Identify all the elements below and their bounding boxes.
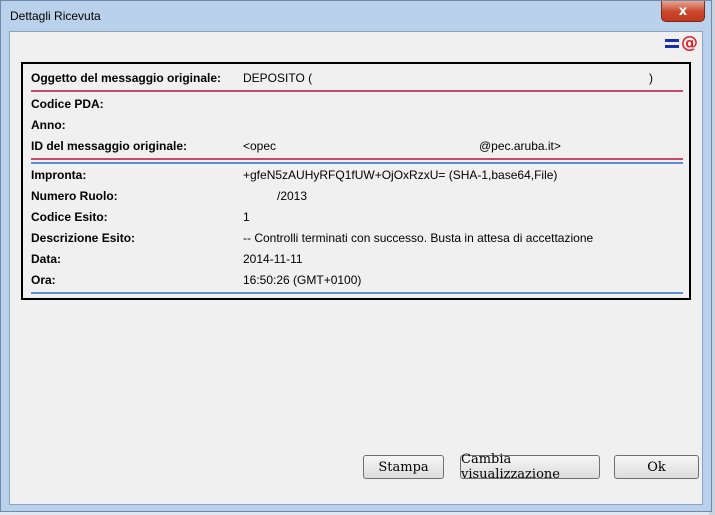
separator-red	[31, 90, 683, 92]
close-icon: x	[678, 3, 688, 19]
row-ora: Ora: 16:50:26 (GMT+0100)	[31, 270, 691, 290]
receipt-details-panel: Oggetto del messaggio originale: DEPOSIT…	[21, 62, 691, 300]
id-messaggio-value: <opec	[243, 139, 277, 153]
impronta-label: Impronta:	[31, 168, 87, 182]
numero-ruolo-value: /2013	[277, 189, 308, 203]
stampa-button[interactable]: Stampa	[363, 455, 444, 479]
id-messaggio-value-end: @pec.aruba.it>	[479, 139, 561, 153]
ora-label: Ora:	[31, 273, 56, 287]
id-messaggio-label: ID del messaggio originale:	[31, 139, 188, 153]
at-sign-icon: @	[681, 33, 698, 53]
data-label: Data:	[31, 252, 62, 266]
dialog-content: @ Oggetto del messaggio originale: DEPOS…	[9, 31, 703, 505]
row-id-messaggio: ID del messaggio originale: <opec @pec.a…	[31, 136, 691, 156]
separator-blue	[31, 292, 683, 294]
codice-esito-label: Codice Esito:	[31, 210, 108, 224]
oggetto-label: Oggetto del messaggio originale:	[31, 71, 222, 85]
row-impronta: Impronta: +gfeN5zAUHyRFQ1fUW+OjOxRzxU= (…	[31, 165, 691, 185]
row-numero-ruolo: Numero Ruolo: /2013	[31, 186, 691, 206]
descrizione-esito-label: Descrizione Esito:	[31, 231, 136, 245]
row-descrizione-esito: Descrizione Esito: -- Controlli terminat…	[31, 228, 691, 248]
title-bar[interactable]: Dettagli Ricevuta x	[1, 1, 711, 31]
row-data: Data: 2014-11-11	[31, 249, 691, 269]
ok-button[interactable]: Ok	[614, 455, 699, 479]
anno-label: Anno:	[31, 118, 66, 132]
cambia-visualizzazione-button[interactable]: Cambia visualizzazione	[460, 452, 600, 482]
row-codice-esito: Codice Esito: 1	[31, 207, 691, 227]
oggetto-value: DEPOSITO (	[243, 71, 313, 85]
descrizione-esito-value: -- Controlli terminati con successo. Bus…	[243, 231, 594, 245]
bars-icon	[665, 38, 679, 48]
row-oggetto: Oggetto del messaggio originale: DEPOSIT…	[31, 68, 691, 88]
receipt-details-dialog: Dettagli Ricevuta x @ Oggetto del messag…	[0, 0, 712, 512]
close-button[interactable]: x	[661, 1, 705, 22]
codice-esito-value: 1	[243, 210, 250, 224]
codice-pda-label: Codice PDA:	[31, 97, 104, 111]
row-anno: Anno:	[31, 115, 691, 135]
row-codice-pda: Codice PDA:	[31, 94, 691, 114]
oggetto-value-end: )	[649, 71, 653, 85]
numero-ruolo-label: Numero Ruolo:	[31, 189, 118, 203]
window-title: Dettagli Ricevuta	[10, 9, 101, 23]
separator-blue	[31, 162, 683, 164]
data-value: 2014-11-11	[243, 252, 303, 266]
ora-value: 16:50:26 (GMT+0100)	[243, 273, 362, 287]
pec-mail-icon: @	[665, 34, 698, 52]
impronta-value: +gfeN5zAUHyRFQ1fUW+OjOxRzxU= (SHA-1,base…	[243, 168, 558, 182]
separator-red	[31, 158, 683, 160]
